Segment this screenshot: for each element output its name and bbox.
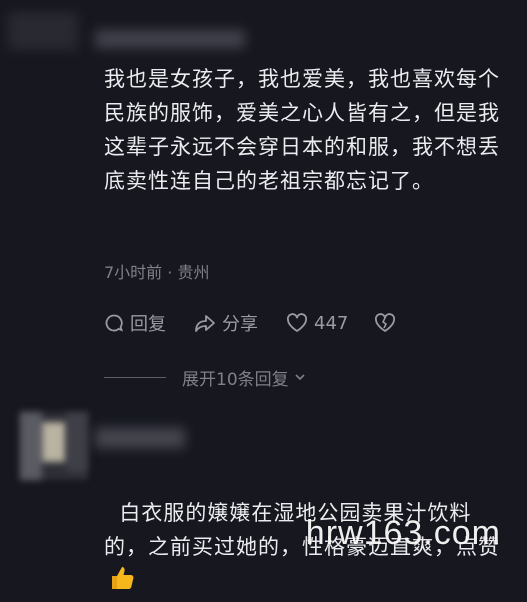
watermark: hrw163.com	[305, 514, 501, 552]
share-arrow-icon	[195, 315, 215, 332]
expand-replies-button[interactable]: 展开10条回复	[104, 362, 307, 392]
heart-icon	[286, 313, 308, 332]
like-count: 447	[314, 312, 349, 334]
reply-button[interactable]: 回复	[104, 310, 166, 336]
blurred-avatar-top	[8, 12, 78, 50]
reply-bubble-icon	[105, 314, 124, 332]
blurred-avatar-2	[20, 412, 88, 480]
blurred-username-2	[95, 428, 185, 448]
comment-meta-1: 7小时前 · 贵州	[104, 263, 210, 282]
share-button[interactable]: 分享	[194, 310, 258, 336]
broken-heart-icon	[375, 313, 396, 332]
dislike-button[interactable]	[374, 313, 396, 333]
expand-replies-label: 展开10条回复	[182, 369, 289, 390]
like-button[interactable]: 447	[286, 313, 348, 334]
divider-line	[104, 376, 166, 378]
reply-label: 回复	[130, 314, 166, 335]
blurred-username-top	[95, 30, 245, 48]
thumbs-up-emoji	[108, 564, 136, 602]
comment-body-1: 我也是女孩子，我也爱美，我也喜欢每个民族的服饰，爱美之心人皆有之，但是我这辈子永…	[104, 67, 500, 193]
chevron-down-icon	[295, 374, 305, 381]
share-label: 分享	[222, 314, 258, 335]
comment-actions-1: 回复 分享 447	[104, 306, 424, 340]
